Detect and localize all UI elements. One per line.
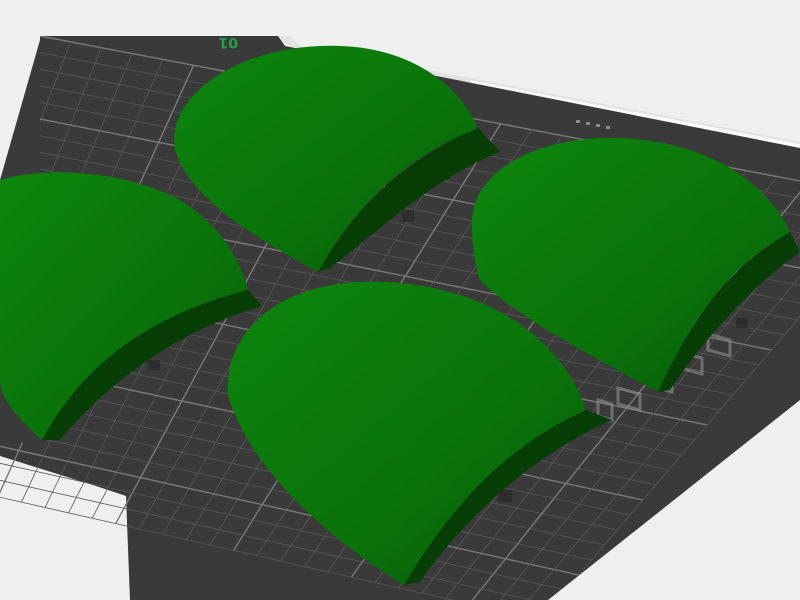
3d-viewport[interactable]: 01 (0, 0, 800, 600)
plate-number-label: 01 (219, 34, 238, 50)
scene-canvas[interactable]: 01 (0, 0, 800, 600)
